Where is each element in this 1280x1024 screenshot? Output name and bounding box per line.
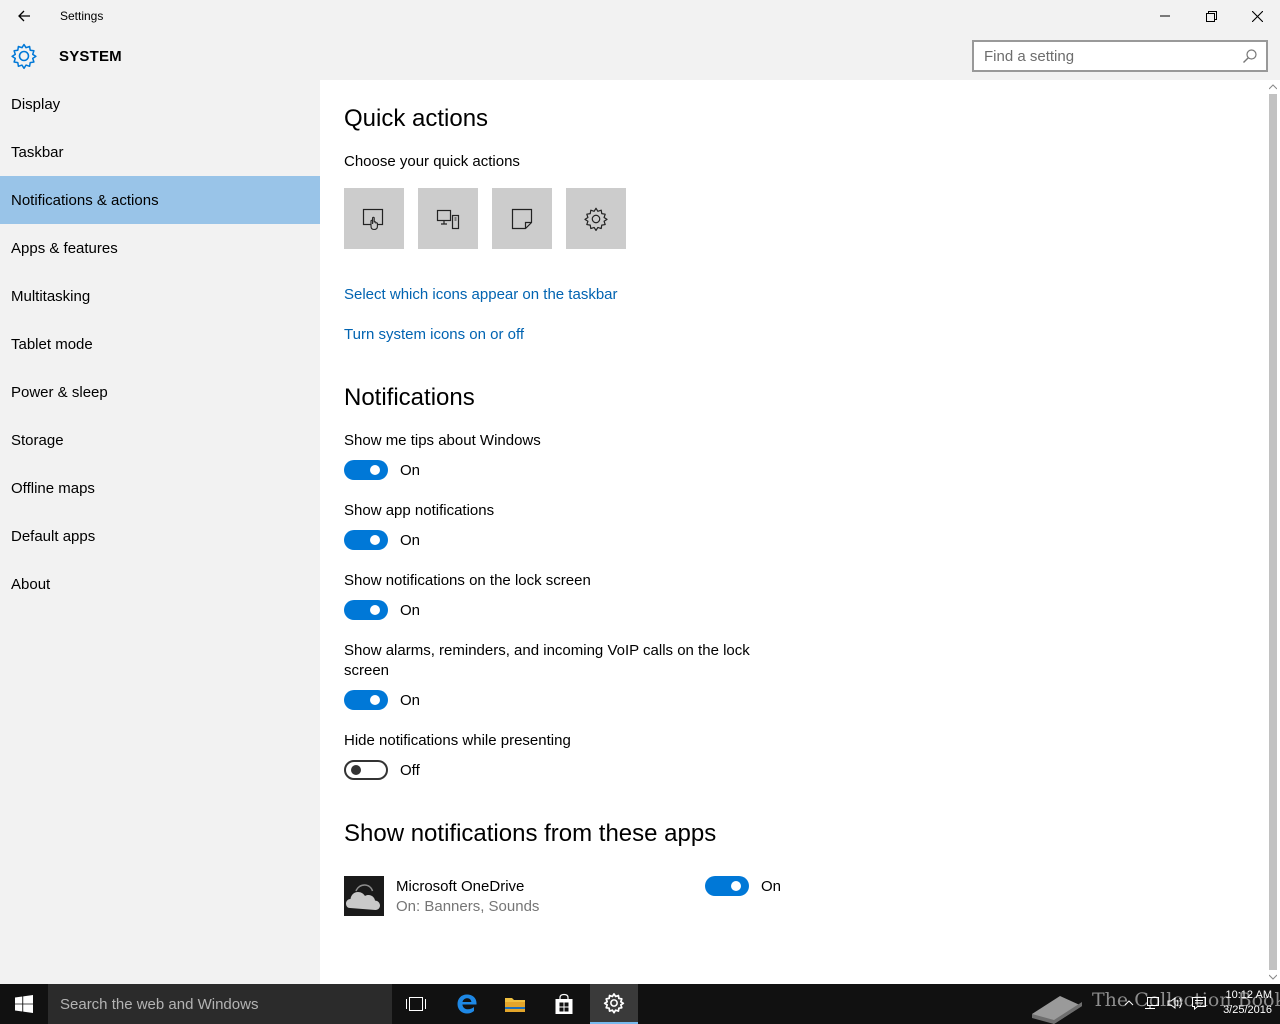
network-icon [1145,997,1159,1009]
task-view-icon [406,997,426,1011]
clock[interactable]: 10:12 AM 3/25/2016 [1214,988,1272,1018]
hide-while-presenting-toggle[interactable] [344,760,388,780]
chevron-up-icon [1124,1000,1134,1006]
setting-label: Show me tips about Windows [344,432,541,449]
note-icon [511,208,533,229]
quick-action-tile-2[interactable] [418,188,478,249]
search-input[interactable] [974,42,1224,70]
setting-label: Hide notifications while presenting [344,732,571,749]
setting-label-continued: screen [344,662,390,679]
edge-button[interactable] [443,984,491,1024]
sidebar-item-taskbar[interactable]: Taskbar [0,128,320,176]
store-button[interactable] [540,984,588,1024]
sidebar-item-notifications-actions[interactable]: Notifications & actions [0,176,320,224]
minimize-button[interactable] [1142,0,1188,32]
window-title: Settings [60,9,104,23]
task-view-button[interactable] [392,984,440,1024]
toggle-knob [370,695,380,705]
volume-tray-button[interactable] [1166,994,1184,1012]
quick-action-tile-3[interactable] [492,188,552,249]
app-notification-detail: On: Banners, Sounds [396,898,540,915]
sidebar-item-multitasking[interactable]: Multitasking [0,272,320,320]
close-button[interactable] [1234,0,1280,32]
taskbar-search-box[interactable]: Search the web and Windows [48,984,392,1024]
sidebar-item-about[interactable]: About [0,560,320,608]
restore-icon [1205,10,1217,22]
minimize-icon [1160,15,1170,17]
toggle-knob [370,465,380,475]
notifications-heading: Notifications [344,384,475,411]
search-icon[interactable] [1242,48,1258,64]
sidebar-item-apps-features[interactable]: Apps & features [0,224,320,272]
scroll-thumb[interactable] [1269,94,1277,970]
app-notifications-toggle[interactable] [344,530,388,550]
clock-date: 3/25/2016 [1223,1004,1272,1016]
sidebar: Display Taskbar Notifications & actions … [0,80,320,984]
network-tray-button[interactable] [1143,994,1161,1012]
settings-icon [584,207,608,231]
sidebar-item-tablet-mode[interactable]: Tablet mode [0,320,320,368]
sidebar-item-display[interactable]: Display [0,80,320,128]
scroll-up-icon[interactable] [1269,84,1277,90]
restore-button[interactable] [1188,0,1234,32]
gear-icon [603,993,625,1014]
toggle-knob [370,605,380,615]
action-center-button[interactable] [1190,994,1208,1012]
edge-icon [457,994,477,1014]
tablet-mode-icon [362,208,384,230]
apps-notifications-heading: Show notifications from these apps [344,820,717,847]
toggle-state: On [400,532,421,549]
toggle-knob [370,535,380,545]
alarms-voip-toggle[interactable] [344,690,388,710]
toggle-state: On [400,462,421,479]
taskbar-icons-link[interactable]: Select which icons appear on the taskbar [344,286,618,303]
windows-logo-icon [15,995,33,1013]
onedrive-cloud-icon [344,876,384,916]
sidebar-item-storage[interactable]: Storage [0,416,320,464]
quick-actions-subheading: Choose your quick actions [344,153,520,170]
toggle-knob [351,765,361,775]
quick-actions-heading: Quick actions [344,105,489,132]
app-header: SYSTEM [0,32,1280,80]
folder-icon [505,998,525,1012]
app-name: Microsoft OneDrive [396,878,525,895]
connect-icon [436,209,460,229]
volume-icon [1167,997,1182,1009]
start-button[interactable] [0,984,48,1024]
show-hidden-icons-button[interactable] [1120,994,1138,1012]
sidebar-item-offline-maps[interactable]: Offline maps [0,464,320,512]
setting-label: Show notifications on the lock screen [344,572,591,589]
setting-label: Show app notifications [344,502,495,519]
file-explorer-button[interactable] [491,984,539,1024]
quick-action-tile-4[interactable] [566,188,626,249]
message-icon [1192,997,1206,1010]
quick-action-tile-1[interactable] [344,188,404,249]
toggle-state: On [400,602,421,619]
toggle-state: On [761,878,782,895]
lock-screen-toggle[interactable] [344,600,388,620]
sidebar-item-power-sleep[interactable]: Power & sleep [0,368,320,416]
system-icons-link[interactable]: Turn system icons on or off [344,326,524,343]
toggle-state: On [400,692,421,709]
gear-icon [11,43,37,70]
sidebar-item-default-apps[interactable]: Default apps [0,512,320,560]
scroll-down-icon[interactable] [1269,974,1277,980]
back-arrow-icon [18,10,30,22]
taskbar: Search the web and Windows The Collectio… [0,984,1280,1024]
close-icon [1251,10,1263,22]
search-box[interactable] [972,40,1268,72]
section-title: SYSTEM [59,48,122,65]
toggle-knob [731,881,741,891]
store-icon [555,993,573,1014]
onedrive-toggle[interactable] [705,876,749,896]
clock-time: 10:12 AM [1225,989,1272,1001]
toggle-state: Off [400,762,420,779]
settings-taskbar-button[interactable] [590,984,638,1024]
taskbar-search-placeholder: Search the web and Windows [60,996,259,1013]
title-bar: Settings [0,0,1280,32]
setting-label: Show alarms, reminders, and incoming VoI… [344,642,750,659]
back-button[interactable] [10,4,38,28]
tips-toggle[interactable] [344,460,388,480]
